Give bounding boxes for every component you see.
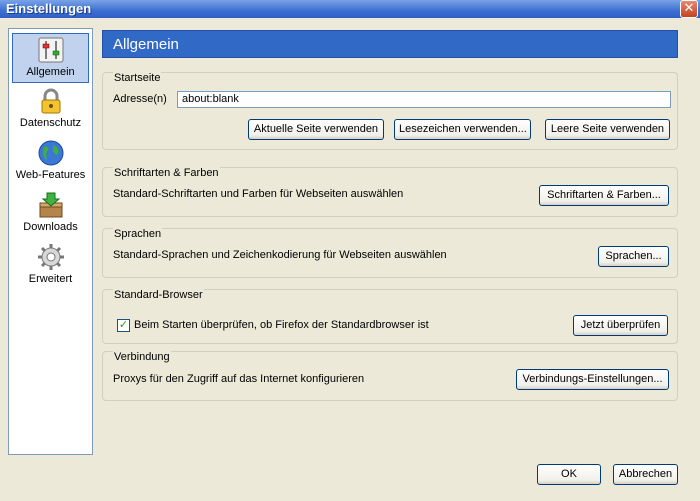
group-languages: Sprachen Standard-Sprachen und Zeichenko… <box>102 228 678 278</box>
settings-panel: Allgemein Startseite Adresse(n) about:bl… <box>102 28 680 458</box>
use-current-page-button[interactable]: Aktuelle Seite verwenden <box>248 119 384 140</box>
group-startseite: Startseite Adresse(n) about:blank Aktuel… <box>102 72 678 150</box>
sidebar-item-erweitert[interactable]: Erweitert <box>12 241 89 291</box>
close-icon: ✕ <box>683 0 695 15</box>
use-blank-page-button[interactable]: Leere Seite verwenden <box>545 119 670 140</box>
connection-description: Proxys für den Zugriff auf das Internet … <box>113 373 365 385</box>
check-default-browser-checkbox[interactable]: ✓ <box>117 319 130 332</box>
close-button[interactable]: ✕ <box>680 0 698 18</box>
sidebar-item-label: Allgemein <box>26 66 75 78</box>
window-title: Einstellungen <box>6 1 92 16</box>
ok-button[interactable]: OK <box>537 464 601 485</box>
page-title: Allgemein <box>102 30 678 58</box>
sidebar-item-datenschutz[interactable]: Datenschutz <box>12 85 89 135</box>
group-default-browser: Standard-Browser ✓ Beim Starten überprüf… <box>102 289 678 344</box>
address-label: Adresse(n) <box>113 93 167 105</box>
group-title: Sprachen <box>113 228 163 240</box>
sidebar-item-label: Erweitert <box>28 273 73 285</box>
use-bookmark-button[interactable]: Lesezeichen verwenden... <box>394 119 531 140</box>
sidebar-item-allgemein[interactable]: Allgemein <box>12 33 89 83</box>
connection-settings-button[interactable]: Verbindungs-Einstellungen... <box>516 369 669 390</box>
checkbox-label: Beim Starten überprüfen, ob Firefox der … <box>134 319 429 331</box>
cancel-button[interactable]: Abbrechen <box>613 464 678 485</box>
sidebar-item-label: Datenschutz <box>19 117 82 129</box>
group-title: Standard-Browser <box>113 289 204 301</box>
group-fonts-colors: Schriftarten & Farben Standard-Schriftar… <box>102 167 678 217</box>
sidebar-item-web-features[interactable]: Web-Features <box>12 137 89 187</box>
sidebar-item-label: Downloads <box>23 221 78 233</box>
group-connection: Verbindung Proxys für den Zugriff auf da… <box>102 351 678 401</box>
check-now-button[interactable]: Jetzt überprüfen <box>573 315 668 336</box>
sidebar-item-label: Web-Features <box>15 169 86 181</box>
category-sidebar: Allgemein Datenschutz Web-Features Downl… <box>8 28 93 455</box>
lock-icon <box>41 88 60 114</box>
title-bar: Einstellungen ✕ <box>0 0 700 18</box>
fonts-description: Standard-Schriftarten und Farben für Web… <box>113 188 404 200</box>
dialog-body: Allgemein Datenschutz Web-Features Downl… <box>0 18 700 501</box>
group-title: Schriftarten & Farben <box>113 167 220 179</box>
gear-icon <box>37 244 64 270</box>
general-icon <box>38 37 63 63</box>
group-title: Verbindung <box>113 351 171 363</box>
group-title: Startseite <box>113 72 162 84</box>
languages-button[interactable]: Sprachen... <box>598 246 669 267</box>
sidebar-item-downloads[interactable]: Downloads <box>12 189 89 239</box>
globe-icon <box>38 140 63 166</box>
fonts-colors-button[interactable]: Schriftarten & Farben... <box>539 185 669 206</box>
download-icon <box>39 192 62 218</box>
homepage-address-input[interactable]: about:blank <box>177 91 671 108</box>
languages-description: Standard-Sprachen und Zeichenkodierung f… <box>113 249 447 261</box>
